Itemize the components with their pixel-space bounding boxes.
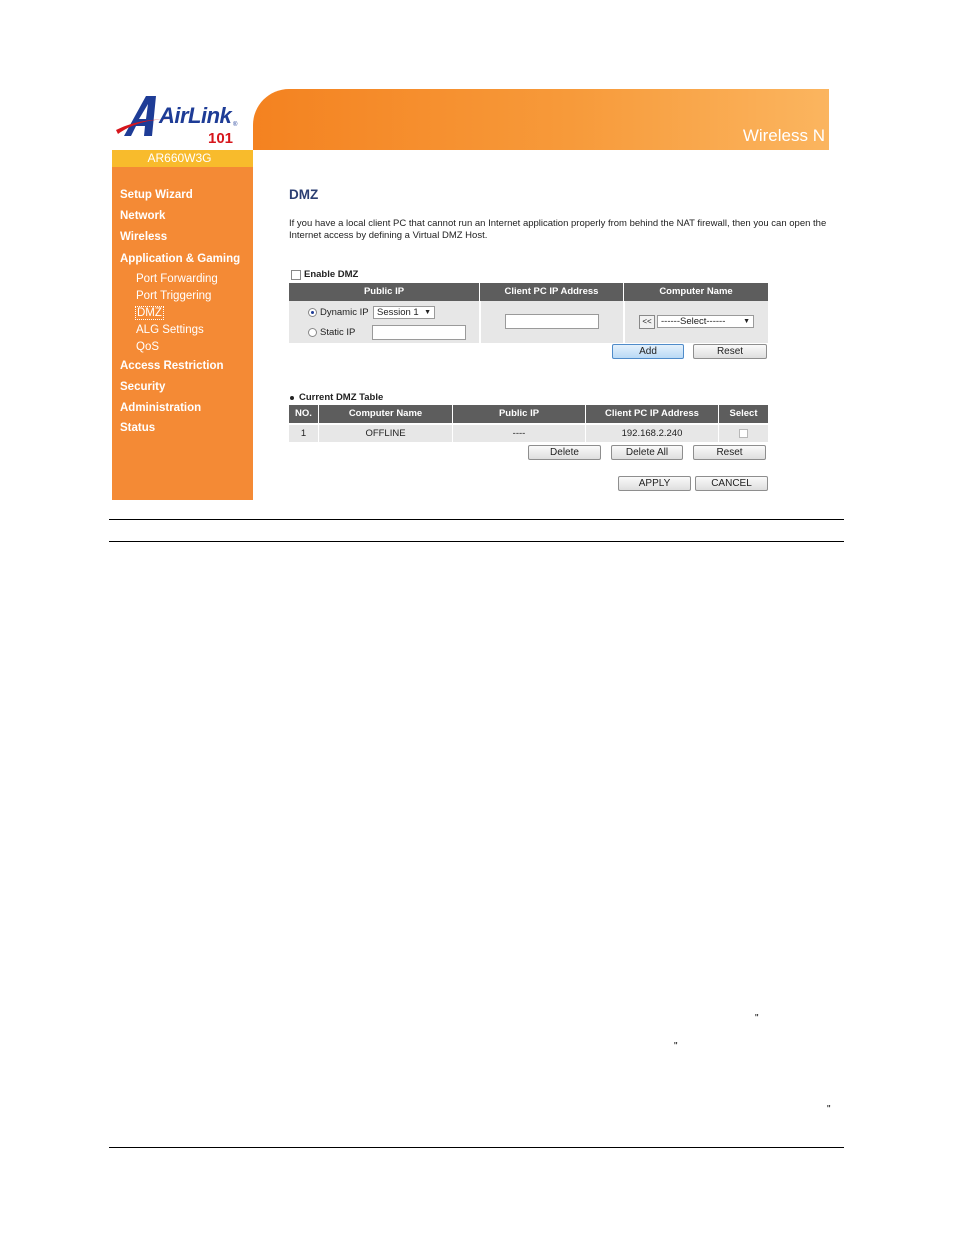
session-select[interactable]: Session 1 ▼ [373, 306, 435, 319]
sidebar-item-setup-wizard[interactable]: Setup Wizard [120, 189, 193, 201]
quote-mark: " [827, 1104, 831, 1115]
static-ip-label: Static IP [320, 327, 356, 338]
static-ip-radio[interactable] [308, 328, 317, 337]
divider-second [109, 541, 844, 542]
header-client-ip: Client PC IP Address [480, 283, 624, 301]
sidebar-item-wireless[interactable]: Wireless [120, 231, 167, 243]
page-description: If you have a local client PC that canno… [289, 218, 827, 241]
copy-computer-button[interactable]: << [639, 315, 655, 329]
logo-number: 101 [208, 130, 234, 147]
form-reset-button[interactable]: Reset [693, 344, 767, 359]
table-row-select-cell [719, 425, 768, 442]
session-select-value: Session 1 [377, 307, 419, 318]
delete-all-button[interactable]: Delete All [611, 445, 683, 460]
enable-dmz-label: Enable DMZ [304, 269, 359, 280]
static-ip-input[interactable] [372, 325, 466, 340]
header-public-ip: Public IP [289, 283, 480, 301]
divider-top [109, 519, 844, 520]
sidebar-item-application-gaming[interactable]: Application & Gaming [120, 253, 240, 265]
table-row-select-checkbox[interactable] [739, 428, 748, 438]
col-select: Select [719, 405, 768, 423]
enable-dmz-checkbox[interactable] [291, 269, 301, 280]
sidebar-subitem-dmz[interactable]: DMZ [135, 306, 164, 320]
dynamic-ip-label: Dynamic IP [320, 307, 369, 318]
chevron-down-icon: ▼ [424, 309, 431, 316]
chevron-down-icon: ▼ [743, 318, 750, 325]
header-banner: Wireless N [253, 89, 829, 150]
table-row-no: 1 [289, 425, 319, 442]
col-public-ip: Public IP [453, 405, 586, 423]
computer-name-select-value: ------Select------ [661, 316, 726, 327]
banner-title: Wireless N [742, 126, 825, 145]
sidebar-item-administration[interactable]: Administration [120, 402, 201, 414]
header-computer-name: Computer Name [624, 283, 768, 301]
add-button[interactable]: Add [612, 344, 684, 359]
col-client-ip: Client PC IP Address [586, 405, 719, 423]
logo-registered-mark: ® [233, 122, 238, 128]
divider-footer [109, 1147, 844, 1148]
table-row-computer-name: OFFLINE [319, 425, 453, 442]
col-computer-name: Computer Name [319, 405, 453, 423]
sidebar-item-security[interactable]: Security [120, 381, 165, 393]
sidebar: Setup Wizard Network Wireless Applicatio… [112, 167, 253, 500]
static-ip-option: Static IP [308, 327, 355, 338]
sidebar-item-network[interactable]: Network [120, 210, 165, 222]
logo-wordmark: AirLink [159, 103, 232, 128]
dynamic-ip-radio[interactable] [308, 308, 317, 317]
dynamic-ip-option: Dynamic IP [308, 307, 369, 318]
bullet-icon [290, 395, 294, 400]
sidebar-item-status[interactable]: Status [120, 422, 155, 434]
dmz-table-label: Current DMZ Table [290, 392, 383, 403]
computer-name-select[interactable]: ------Select------ ▼ [657, 315, 754, 328]
table-row-client-ip: 192.168.2.240 [586, 425, 719, 442]
table-row-public-ip: ---- [453, 425, 586, 442]
model-label: AR660W3G [112, 150, 253, 167]
sidebar-subitem-qos[interactable]: QoS [136, 341, 159, 353]
sidebar-item-access-restriction[interactable]: Access Restriction [120, 360, 224, 372]
apply-button[interactable]: APPLY [618, 476, 691, 491]
airlink-logo: AirLink ® 101 [112, 92, 254, 150]
client-ip-input[interactable] [505, 314, 599, 329]
page-title: DMZ [289, 187, 319, 202]
sidebar-subitem-alg-settings[interactable]: ALG Settings [136, 324, 204, 336]
enable-dmz-row: Enable DMZ [291, 269, 358, 280]
delete-button[interactable]: Delete [528, 445, 601, 460]
quote-mark: " [755, 1013, 759, 1024]
sidebar-subitem-port-triggering[interactable]: Port Triggering [136, 290, 211, 302]
table-reset-button[interactable]: Reset [693, 445, 766, 460]
quote-mark: " [674, 1041, 678, 1052]
cancel-button[interactable]: CANCEL [695, 476, 768, 491]
col-no: NO. [289, 405, 319, 423]
sidebar-subitem-port-forwarding[interactable]: Port Forwarding [136, 273, 218, 285]
